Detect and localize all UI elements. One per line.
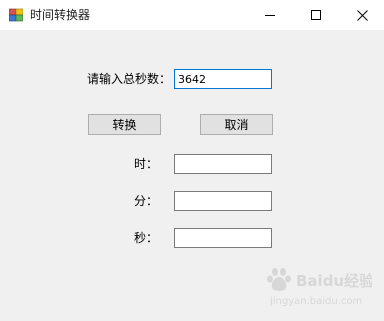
total-seconds-label: 请输入总秒数： — [87, 72, 172, 86]
watermark-brand: Baidu经验 — [296, 272, 372, 290]
title-bar[interactable]: 时间转换器 — [0, 0, 384, 30]
minimize-icon — [265, 15, 275, 16]
convert-button[interactable]: 转换 — [88, 114, 161, 135]
maximize-icon — [311, 10, 321, 20]
close-button[interactable] — [339, 0, 384, 30]
window-title: 时间转换器 — [30, 8, 91, 22]
winforms-app-icon — [9, 8, 23, 22]
hours-field[interactable] — [174, 154, 272, 174]
baidu-watermark: Baidu经验 jingyan.baidu.com — [267, 268, 372, 307]
minutes-label: 分： — [134, 194, 159, 208]
seconds-label: 秒： — [134, 231, 159, 245]
minutes-field[interactable] — [174, 191, 272, 211]
minimize-button[interactable] — [247, 0, 293, 30]
main-window: 时间转换器 请输入总秒数： 转换 取消 时： 分： 秒： — [0, 0, 384, 321]
seconds-field[interactable] — [174, 228, 272, 248]
close-icon — [356, 9, 368, 21]
watermark-url: jingyan.baidu.com — [269, 296, 362, 307]
cancel-button[interactable]: 取消 — [200, 114, 273, 135]
maximize-button[interactable] — [293, 0, 339, 30]
hours-label: 时： — [134, 157, 159, 171]
total-seconds-input[interactable] — [174, 69, 272, 89]
